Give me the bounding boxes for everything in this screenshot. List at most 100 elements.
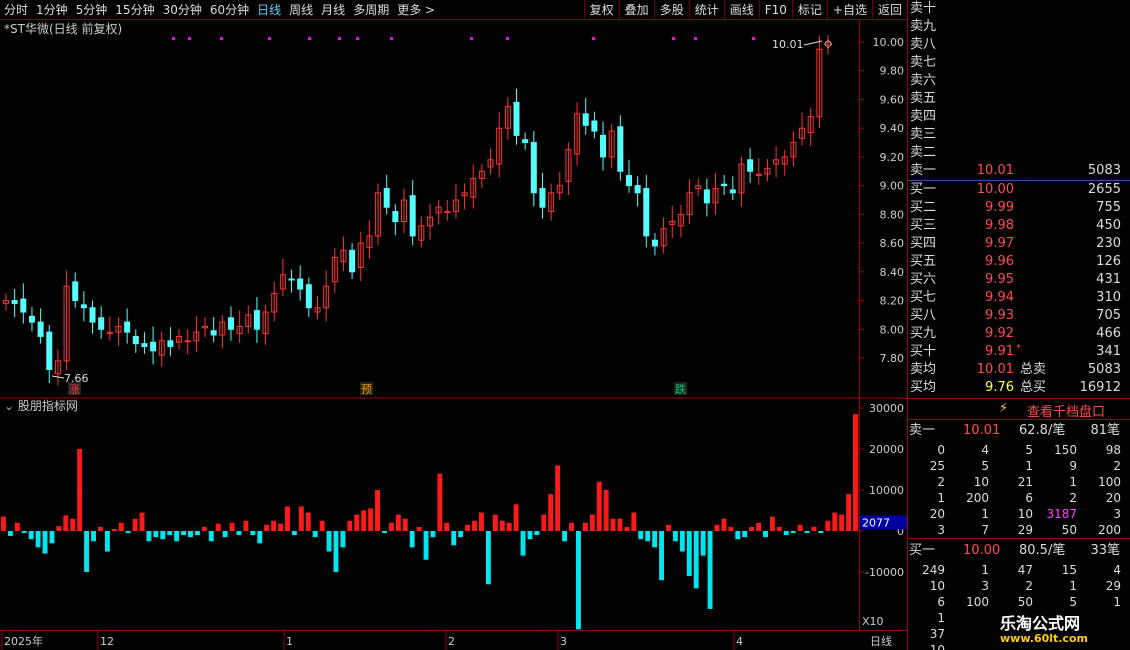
candle-body bbox=[11, 300, 18, 304]
indicator-bar bbox=[139, 512, 145, 531]
candle-body bbox=[625, 175, 632, 187]
indicator-bar bbox=[582, 522, 588, 531]
bid-row[interactable]: 买八 9.93 705 bbox=[908, 307, 1130, 325]
ask-row[interactable]: 卖七 bbox=[908, 54, 1130, 72]
indicator-bar bbox=[271, 520, 277, 531]
tool-button-8[interactable]: 返回 bbox=[871, 0, 907, 20]
indicator-bar bbox=[63, 515, 69, 531]
ask-row[interactable]: 卖十 bbox=[908, 0, 1130, 18]
ask-row[interactable]: 卖八 bbox=[908, 36, 1130, 54]
indicator-bar bbox=[146, 531, 152, 542]
indicator-bar bbox=[312, 531, 318, 538]
ob-volume: 450 bbox=[1096, 218, 1121, 233]
tool-button-1[interactable]: 叠加 bbox=[618, 0, 654, 20]
tool-button-4[interactable]: 画线 bbox=[723, 0, 759, 20]
signal-dot bbox=[308, 37, 311, 40]
ask-row[interactable]: 卖一 10.01 5083 bbox=[908, 162, 1130, 180]
candle-body bbox=[150, 341, 157, 352]
indicator-bar bbox=[589, 514, 595, 531]
tool-button-6[interactable]: 标记 bbox=[791, 0, 827, 20]
indicator-bar bbox=[111, 528, 117, 531]
ask-row[interactable]: 卖六 bbox=[908, 72, 1130, 90]
indicator-settings-icon[interactable]: ⌄ bbox=[4, 399, 14, 413]
tool-button-2[interactable]: 多股 bbox=[653, 0, 689, 20]
indicator-bar bbox=[617, 518, 623, 531]
indicator-bar bbox=[347, 520, 353, 531]
indicator-bar bbox=[714, 524, 720, 531]
candle-body bbox=[600, 134, 607, 158]
indicator-bar bbox=[291, 531, 297, 536]
stock-chart-window: { "toolbar": { "periods": ["分时","1分钟","5… bbox=[0, 0, 1130, 650]
indicator-bar bbox=[672, 531, 678, 542]
indicator-bar bbox=[188, 531, 193, 538]
period-tab-6[interactable]: 日线 bbox=[253, 0, 285, 20]
period-tab-2[interactable]: 5分钟 bbox=[72, 0, 112, 20]
period-tab-4[interactable]: 30分钟 bbox=[159, 0, 206, 20]
period-tab-9[interactable]: 多周期 bbox=[349, 0, 393, 20]
period-tab-0[interactable]: 分时 bbox=[0, 0, 32, 20]
buy1-grid-row: 10 3 2 1 29 bbox=[929, 579, 1121, 593]
qiandang-button[interactable]: ⚡ 查看千档盘口 bbox=[907, 398, 1130, 420]
star-icon: * bbox=[1016, 343, 1021, 354]
ask-row[interactable]: 卖三 bbox=[908, 126, 1130, 144]
indicator-bar bbox=[790, 531, 796, 534]
bid-row[interactable]: 买六 9.95 431 bbox=[908, 271, 1130, 289]
bid-row[interactable]: 买二 9.99 755 bbox=[908, 199, 1130, 217]
ob-price: 9.95 bbox=[985, 272, 1014, 287]
tool-button-0[interactable]: 复权 bbox=[583, 0, 619, 20]
ask-row[interactable]: 卖四 bbox=[908, 108, 1130, 126]
indicator-bar bbox=[853, 414, 858, 531]
candle-body bbox=[530, 142, 537, 194]
signal-dot bbox=[172, 37, 175, 40]
time-label-4: 3 bbox=[560, 635, 567, 648]
ask-row[interactable]: 卖五 bbox=[908, 90, 1130, 108]
candle-body bbox=[747, 159, 754, 172]
indicator-bar bbox=[506, 522, 512, 531]
bid-row[interactable]: 买五 9.96 126 bbox=[908, 253, 1130, 271]
signal-dot bbox=[470, 37, 473, 40]
indicator-bar bbox=[305, 512, 311, 531]
period-tab-5[interactable]: 60分钟 bbox=[206, 0, 253, 20]
price-tick-label: 9.40 bbox=[880, 122, 905, 135]
period-tabs: 分时 1分钟 5分钟 15分钟 30分钟 60分钟 日线 周线 月线 多周期 更多 > bbox=[0, 0, 439, 20]
bid-row[interactable]: 买一 10.00 2655 bbox=[908, 181, 1130, 199]
indicator-bar bbox=[742, 531, 748, 538]
indicator-bar bbox=[458, 531, 464, 538]
candle-body bbox=[20, 298, 27, 313]
indicator-bar bbox=[257, 531, 263, 544]
period-tab-7[interactable]: 周线 bbox=[285, 0, 317, 20]
candle-body bbox=[643, 188, 650, 237]
indicator-bar bbox=[645, 531, 651, 542]
ob-price: 10.01 bbox=[976, 163, 1014, 178]
bid-row[interactable]: 买七 9.94 310 bbox=[908, 289, 1130, 307]
candle-body bbox=[522, 139, 529, 144]
indicator-bar bbox=[679, 531, 685, 552]
period-tab-1[interactable]: 1分钟 bbox=[32, 0, 72, 20]
watermark: 乐淘公式网 www.60lt.com bbox=[990, 606, 1130, 650]
candlestick-series bbox=[3, 34, 831, 386]
ask-row[interactable]: 卖九 bbox=[908, 18, 1130, 36]
indicator-bar bbox=[652, 531, 658, 548]
ob-volume: 230 bbox=[1096, 236, 1121, 251]
indicator-bar bbox=[382, 531, 387, 534]
tool-button-3[interactable]: 统计 bbox=[688, 0, 724, 20]
candle-body bbox=[591, 120, 598, 132]
axis-labels: 10.00 9.80 9.60 9.40 9.20 9.00 8.80 8.60 8.40 8.2… bbox=[860, 36, 908, 628]
period-tab-10[interactable]: 更多 > bbox=[393, 0, 439, 20]
bid-row[interactable]: 买三 9.98 450 bbox=[908, 217, 1130, 235]
period-tab-8[interactable]: 月线 bbox=[317, 0, 349, 20]
signal-dot bbox=[506, 37, 509, 40]
tool-button-5[interactable]: F10 bbox=[758, 0, 792, 20]
period-tab-3[interactable]: 15分钟 bbox=[111, 0, 158, 20]
ob-label: 买五 bbox=[910, 254, 937, 269]
ask-row[interactable]: 卖二 bbox=[908, 144, 1130, 162]
bid-row[interactable]: 买九 9.92 466 bbox=[908, 325, 1130, 343]
ob-price: 9.99 bbox=[985, 200, 1014, 215]
indicator-bar bbox=[624, 526, 630, 531]
indicator-bar bbox=[783, 531, 789, 536]
chart-canvas[interactable]: 10.017.66◇涨预跌 bbox=[0, 20, 859, 630]
bid-row[interactable]: 买四 9.97 230 bbox=[908, 235, 1130, 253]
candle-body bbox=[253, 310, 260, 330]
tool-button-7[interactable]: +自选 bbox=[826, 0, 872, 20]
price-tick-label: 8.00 bbox=[880, 323, 905, 336]
